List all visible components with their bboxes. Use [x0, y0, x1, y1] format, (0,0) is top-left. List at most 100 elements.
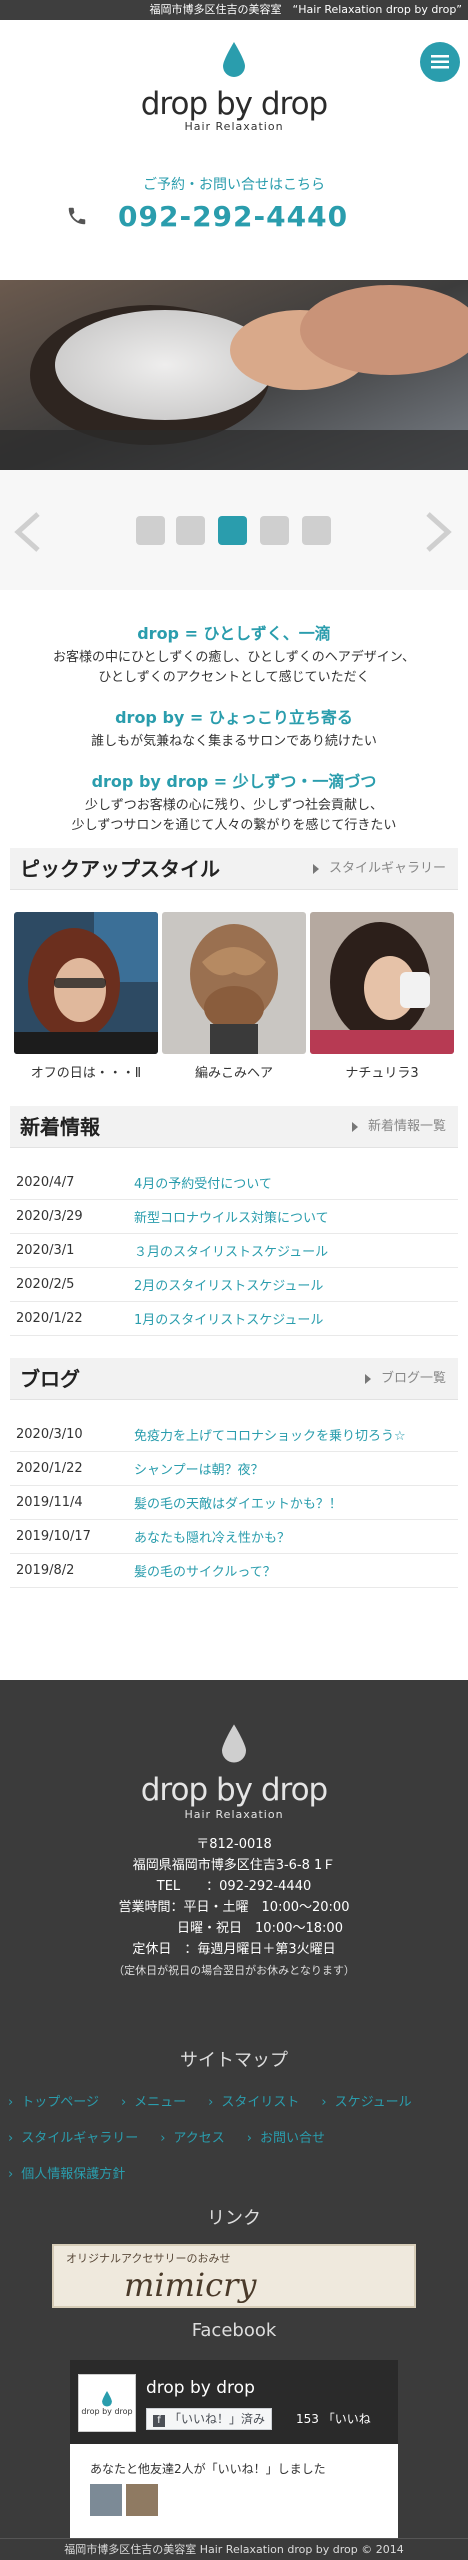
- tel: TEL ：092-292-4440: [156, 1879, 312, 1894]
- style-gallery-link-label: スタイルギャラリー: [328, 861, 446, 876]
- hamburger-icon: [431, 55, 449, 69]
- list-item[interactable]: 2020/1/22 1月のスタイリストスケジュール: [10, 1302, 458, 1336]
- pickup-caption-2[interactable]: 編みこみヘア: [162, 1062, 306, 1081]
- news-list-link[interactable]: 新着情報一覧: [351, 1106, 446, 1148]
- news-link[interactable]: 新型コロナウイルス対策について: [134, 1207, 329, 1226]
- news-list-link-label: 新着情報一覧: [367, 1119, 446, 1134]
- sitemap-row: スタイルギャラリー アクセス お問い合せ: [8, 2118, 460, 2154]
- news-date: 2020/4/7: [16, 1175, 75, 1190]
- fb-page-avatar[interactable]: drop by drop: [78, 2374, 136, 2432]
- list-item[interactable]: 2020/3/10 免疫力を上げてコロナショックを乗り切ろう☆: [10, 1418, 458, 1452]
- sitemap-link-menu[interactable]: メニュー: [121, 2091, 186, 2110]
- list-item[interactable]: 2020/1/22 シャンプーは朝？夜？: [10, 1452, 458, 1486]
- slide-dot-1[interactable]: [136, 516, 165, 545]
- hours-weekday: 営業時間：平日・土曜 10:00～20:00: [118, 1900, 350, 1915]
- news-date: 2020/3/29: [16, 1209, 83, 1224]
- address: 福岡県福岡市博多区住吉3-6-8 1Ｆ: [132, 1858, 336, 1873]
- pickup-header: ピックアップスタイル スタイルギャラリー: [10, 848, 458, 890]
- phone-row[interactable]: 092-292-4440: [66, 196, 396, 236]
- facebook-widget: drop by drop drop by drop f 「いいね！」済み 153 …: [70, 2360, 398, 2550]
- blog-link[interactable]: 髪の毛のサイクルって？: [134, 1561, 276, 1580]
- fb-like-label: 「いいね！」済み: [169, 2412, 266, 2426]
- news-header: 新着情報 新着情報一覧: [10, 1106, 458, 1148]
- sitemap-link-top[interactable]: トップページ: [8, 2091, 99, 2110]
- slide-dot-2[interactable]: [176, 516, 205, 545]
- concept-section: drop = ひとしずく、一滴 お客様の中にひとしずくの癒し、ひとしずくのヘアデ…: [0, 620, 468, 836]
- sitemap-link-privacy[interactable]: 個人情報保護方針: [8, 2163, 125, 2182]
- blog-list-link[interactable]: ブログ一覧: [364, 1358, 446, 1400]
- arrow-right-icon: [312, 863, 319, 874]
- news-title: 新着情報: [20, 1115, 100, 1139]
- pickup-item-3[interactable]: ナチュリラ3: [310, 912, 454, 1081]
- header: drop by drop Hair Relaxation ご予約・お問い合せはこ…: [0, 20, 468, 280]
- list-item[interactable]: 2019/8/2 髪の毛のサイクルって？: [10, 1554, 458, 1588]
- concept-desc-line: お客様の中にひとしずくの癒し、ひとしずくのヘアデザイン、: [53, 650, 415, 665]
- blog-link[interactable]: 免疫力を上げてコロナショックを乗り切ろう☆: [134, 1425, 406, 1444]
- logo[interactable]: drop by drop Hair Relaxation: [0, 42, 468, 133]
- pickup-item-2[interactable]: 編みこみヘア: [162, 912, 306, 1081]
- site-tagline: 福岡市博多区住吉の美容室 “Hair Relaxation drop by dr…: [149, 3, 462, 16]
- sitemap-link-schedule[interactable]: スケジュール: [321, 2091, 412, 2110]
- fb-like-button[interactable]: f 「いいね！」済み: [146, 2408, 273, 2430]
- fb-page-name[interactable]: drop by drop: [146, 2378, 255, 2398]
- news-list: 2020/4/7 4月の予約受付について 2020/3/29 新型コロナウイルス対策…: [10, 1166, 458, 1336]
- sitemap-row: トップページ メニュー スタイリスト スケジュール: [8, 2082, 460, 2118]
- pickup-item-1[interactable]: オフの日は・・・Ⅱ: [14, 912, 158, 1081]
- pickup-image-1[interactable]: [14, 912, 158, 1054]
- phone-number[interactable]: 092-292-4440: [118, 200, 348, 233]
- concept-desc-2: 誰しもが気兼ねなく集まるサロンであり続けたい: [0, 732, 468, 752]
- blog-date: 2020/3/10: [16, 1427, 83, 1442]
- list-item[interactable]: 2020/3/29 新型コロナウイルス対策について: [10, 1200, 458, 1234]
- blog-date: 2019/8/2: [16, 1563, 75, 1578]
- sitemap-link-contact[interactable]: お問い合せ: [247, 2127, 325, 2146]
- concept-desc-line: 誰しもが気兼ねなく集まるサロンであり続けたい: [91, 734, 377, 749]
- slide-dot-4[interactable]: [260, 516, 289, 545]
- footer-logo[interactable]: drop by drop Hair Relaxation: [0, 1724, 468, 1821]
- links-title: リンク: [207, 2208, 261, 2229]
- pickup-title: ピックアップスタイル: [20, 857, 220, 881]
- pickup-image-3[interactable]: [310, 912, 454, 1054]
- blog-date: 2020/1/22: [16, 1461, 83, 1476]
- sitemap-row: 個人情報保護方針: [8, 2154, 460, 2190]
- pickup-caption-1[interactable]: オフの日は・・・Ⅱ: [14, 1062, 158, 1081]
- news-date: 2020/2/5: [16, 1277, 75, 1292]
- slider-controls: [0, 470, 468, 590]
- blog-link[interactable]: あなたも隠れ冷え性かも？: [134, 1527, 290, 1546]
- blog-link[interactable]: 髪の毛の天敵はダイエットかも？！: [134, 1493, 342, 1512]
- chevron-left-icon[interactable]: [12, 510, 42, 554]
- fb-friend-avatar[interactable]: [126, 2484, 158, 2516]
- list-item[interactable]: 2019/11/4 髪の毛の天敵はダイエットかも？！: [10, 1486, 458, 1520]
- news-link[interactable]: 2月のスタイリストスケジュール: [134, 1275, 323, 1294]
- mimicry-banner[interactable]: オリジナルアクセサリーのおみせ mimicry: [52, 2244, 416, 2308]
- news-link[interactable]: 4月の予約受付について: [134, 1173, 272, 1192]
- list-item[interactable]: 2020/4/7 4月の予約受付について: [10, 1166, 458, 1200]
- sitemap-link-stylist[interactable]: スタイリスト: [208, 2091, 299, 2110]
- slide-dot-5[interactable]: [302, 516, 331, 545]
- sitemap-link-gallery[interactable]: スタイルギャラリー: [8, 2127, 138, 2146]
- concept-desc-line: 少しずつお客様の心に残り、少しずつ社会貢献し、: [85, 798, 383, 813]
- logo-subtitle: Hair Relaxation: [184, 120, 284, 133]
- fb-friend-avatar[interactable]: [90, 2484, 122, 2516]
- style-gallery-link[interactable]: スタイルギャラリー: [312, 848, 446, 890]
- fb-friends-text: あなたと他友達2人が「いいね！」しました: [90, 2462, 326, 2476]
- menu-button[interactable]: [420, 42, 460, 82]
- pickup-image-2[interactable]: [162, 912, 306, 1054]
- list-item[interactable]: 2020/3/1 ３月のスタイリストスケジュール: [10, 1234, 458, 1268]
- arrow-right-icon: [351, 1121, 358, 1132]
- chevron-right-icon[interactable]: [424, 510, 454, 554]
- sitemap: トップページ メニュー スタイリスト スケジュール スタイルギャラリー アクセス…: [8, 2082, 460, 2190]
- footer-logo-text: drop by drop: [140, 1772, 329, 1808]
- concept-title-1: drop = ひとしずく、一滴: [137, 624, 331, 643]
- copyright-bar: 福岡市博多区住吉の美容室 Hair Relaxation drop by dro…: [0, 2538, 468, 2560]
- news-date: 2020/1/22: [16, 1311, 83, 1326]
- list-item[interactable]: 2020/2/5 2月のスタイリストスケジュール: [10, 1268, 458, 1302]
- pickup-caption-3[interactable]: ナチュリラ3: [310, 1062, 454, 1081]
- blog-header: ブログ ブログ一覧: [10, 1358, 458, 1400]
- slide-dot-3-active[interactable]: [218, 516, 247, 545]
- news-link[interactable]: ３月のスタイリストスケジュール: [134, 1241, 328, 1260]
- news-link[interactable]: 1月のスタイリストスケジュール: [134, 1309, 323, 1328]
- list-item[interactable]: 2019/10/17 あなたも隠れ冷え性かも？: [10, 1520, 458, 1554]
- sitemap-link-access[interactable]: アクセス: [160, 2127, 224, 2146]
- postal-code: 〒812-0018: [196, 1837, 272, 1852]
- blog-link[interactable]: シャンプーは朝？夜？: [134, 1459, 264, 1478]
